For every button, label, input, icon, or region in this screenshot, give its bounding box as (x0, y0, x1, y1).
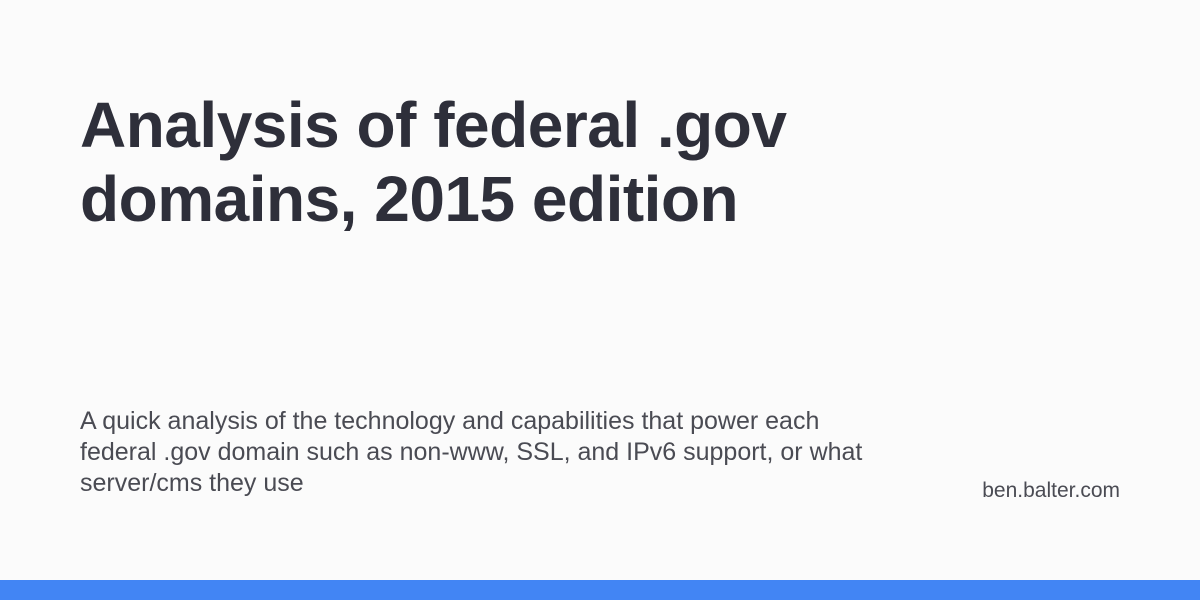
page-description: A quick analysis of the technology and c… (80, 407, 863, 497)
accent-bar (0, 580, 1200, 600)
page-title: Analysis of federal .gov domains, 2015 e… (80, 89, 787, 235)
social-card: Analysis of federal .gov domains, 2015 e… (0, 0, 1200, 600)
site-domain: ben.balter.com (982, 479, 1120, 502)
